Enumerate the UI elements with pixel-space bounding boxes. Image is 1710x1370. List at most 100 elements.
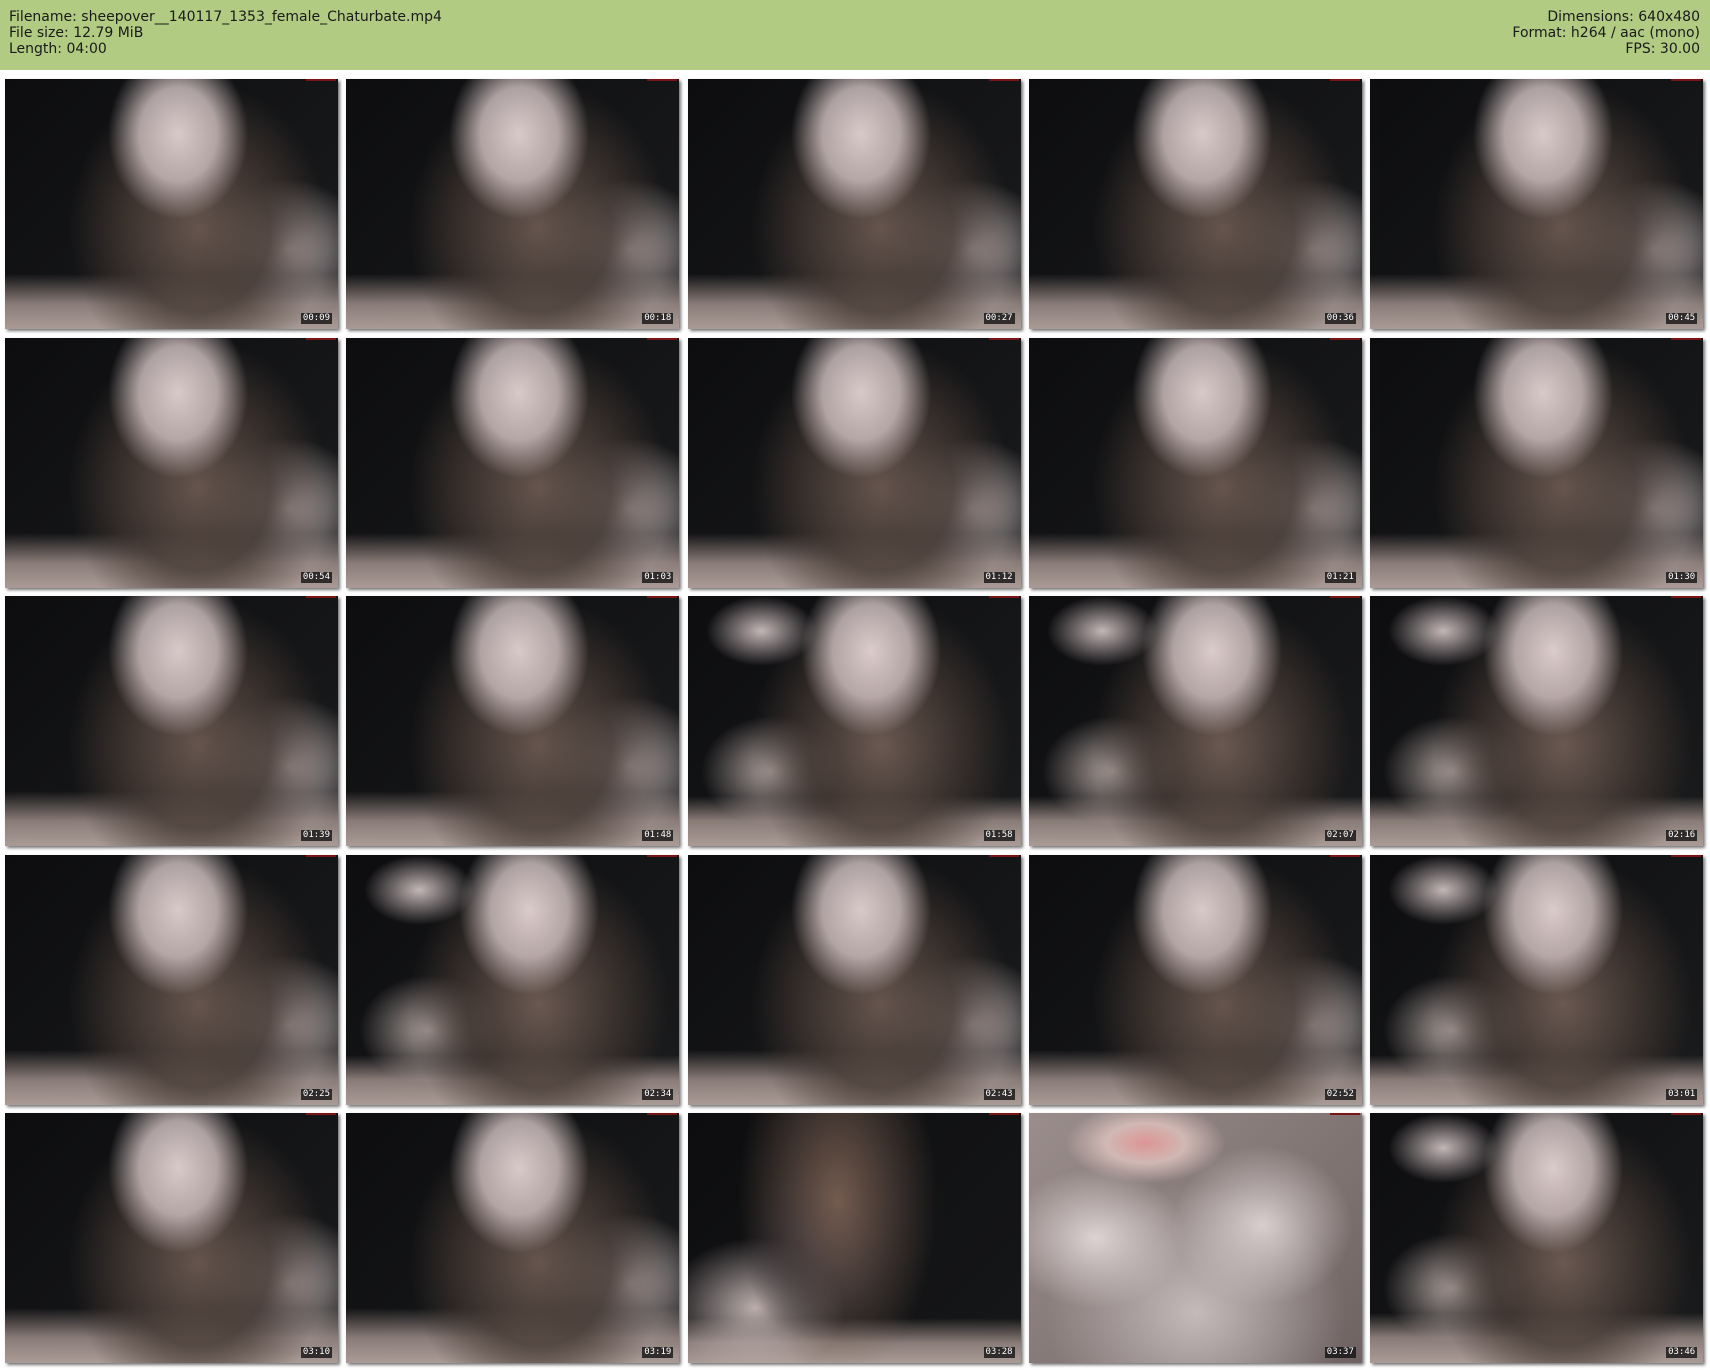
thumbnail-timestamp: 03:01 [1666,1088,1698,1100]
thumbnail-timestamp: 00:27 [983,313,1015,324]
video-thumbnail: 02:43 [687,854,1021,1105]
thumbnail-timestamp: 03:19 [642,1347,674,1358]
thumbnail-frame-image [5,596,338,846]
thumbnail-timestamp: 03:37 [1324,1347,1356,1358]
thumbnail-timestamp: 00:54 [300,571,332,583]
length-text: Length: 04:00 [9,41,107,57]
thumbnail-frame-image [346,596,680,846]
thumbnail-timestamp: 02:34 [642,1088,674,1100]
thumbnail-frame-image [1370,596,1704,846]
video-thumbnail: 01:21 [1028,337,1362,588]
video-thumbnail: 00:09 [5,79,338,329]
thumbnail-timestamp: 01:58 [983,830,1015,841]
video-thumbnail: 00:36 [1028,79,1362,329]
video-thumbnail: 02:16 [1370,596,1704,846]
thumbnail-grid: 00:09 00:18 00:27 00:36 00:45 00:54 01:03 01:12… [5,79,1707,1363]
thumbnail-timestamp: 02:07 [1324,830,1356,841]
frame-edge-marker [306,596,336,598]
thumbnail-timestamp: 00:18 [642,313,674,324]
format-text: Format: h264 / aac (mono) [1512,25,1700,41]
thumbnail-timestamp: 03:46 [1666,1347,1698,1358]
thumbnail-frame-image [1370,1113,1704,1363]
thumbnail-timestamp: 02:16 [1666,830,1698,841]
frame-edge-marker [1671,596,1702,598]
thumbnail-frame-image [687,854,1021,1105]
video-thumbnail: 00:27 [687,79,1021,329]
metadata-header: Filename: sheepover__140117_1353_female_… [0,0,1710,70]
frame-edge-marker [988,79,1019,81]
frame-edge-marker [1329,1113,1360,1115]
video-thumbnail: 01:48 [346,596,680,846]
thumbnail-timestamp: 01:48 [642,830,674,841]
video-thumbnail: 03:01 [1370,854,1704,1105]
thumbnail-timestamp: 01:12 [983,571,1015,583]
video-thumbnail: 01:12 [687,337,1021,588]
frame-edge-marker [988,337,1019,340]
thumbnail-frame-image [687,337,1021,588]
frame-edge-marker [1671,1113,1702,1115]
dimensions-text: Dimensions: 640x480 [1547,9,1700,25]
thumbnail-timestamp: 02:43 [983,1088,1015,1100]
frame-edge-marker [306,1113,336,1115]
video-thumbnail: 01:39 [5,596,338,846]
frame-edge-marker [647,79,678,81]
frame-edge-marker [1329,596,1360,598]
frame-edge-marker [1329,79,1360,81]
thumbnail-frame-image [5,1113,338,1363]
video-thumbnail: 03:37 [1028,1113,1362,1363]
thumbnail-timestamp: 01:03 [642,571,674,583]
thumbnail-frame-image [1370,854,1704,1105]
thumbnail-frame-image [687,79,1021,329]
frame-edge-marker [1329,337,1360,340]
thumbnail-frame-image [346,1113,680,1363]
thumbnail-frame-image [346,854,680,1105]
thumbnail-timestamp: 02:52 [1324,1088,1356,1100]
video-thumbnail: 03:19 [346,1113,680,1363]
thumbnail-frame-image [1370,79,1704,329]
thumbnail-frame-image [687,1113,1021,1363]
video-thumbnail: 01:30 [1370,337,1704,588]
filename-text: Filename: sheepover__140117_1353_female_… [9,9,442,25]
video-thumbnail: 03:46 [1370,1113,1704,1363]
frame-edge-marker [1671,854,1702,857]
frame-edge-marker [988,1113,1019,1115]
frame-edge-marker [306,337,336,340]
frame-edge-marker [1671,79,1702,81]
fps-text: FPS: 30.00 [1625,41,1700,57]
frame-edge-marker [647,1113,678,1115]
thumbnail-frame-image [1370,337,1704,588]
thumbnail-timestamp: 00:09 [300,313,332,324]
thumbnail-frame-image [1028,1113,1362,1363]
thumbnail-frame-image [1028,337,1362,588]
thumbnail-timestamp: 01:21 [1324,571,1356,583]
frame-edge-marker [988,596,1019,598]
file-info: Filename: sheepover__140117_1353_female_… [9,9,442,57]
video-thumbnail: 02:07 [1028,596,1362,846]
video-thumbnail: 00:45 [1370,79,1704,329]
frame-edge-marker [1329,854,1360,857]
frame-edge-marker [1671,337,1702,340]
thumbnail-frame-image [687,596,1021,846]
file-size-text: File size: 12.79 MiB [9,25,144,41]
video-thumbnail: 00:54 [5,337,338,588]
video-thumbnail: 02:34 [346,854,680,1105]
video-thumbnail: 00:18 [346,79,680,329]
format-info: Dimensions: 640x480 Format: h264 / aac (… [1512,9,1700,57]
video-thumbnail: 03:10 [5,1113,338,1363]
frame-edge-marker [647,854,678,857]
video-thumbnail: 01:58 [687,596,1021,846]
video-thumbnail: 01:03 [346,337,680,588]
thumbnail-frame-image [346,79,680,329]
thumbnail-timestamp: 03:28 [983,1347,1015,1358]
video-thumbnail: 02:52 [1028,854,1362,1105]
frame-edge-marker [647,596,678,598]
thumbnail-frame-image [5,337,338,588]
thumbnail-timestamp: 03:10 [300,1347,332,1358]
thumbnail-frame-image [1028,79,1362,329]
thumbnail-timestamp: 01:30 [1666,571,1698,583]
thumbnail-frame-image [5,79,338,329]
thumbnail-frame-image [5,854,338,1105]
thumbnail-timestamp: 02:25 [300,1088,332,1100]
frame-edge-marker [306,79,336,81]
video-thumbnail: 02:25 [5,854,338,1105]
